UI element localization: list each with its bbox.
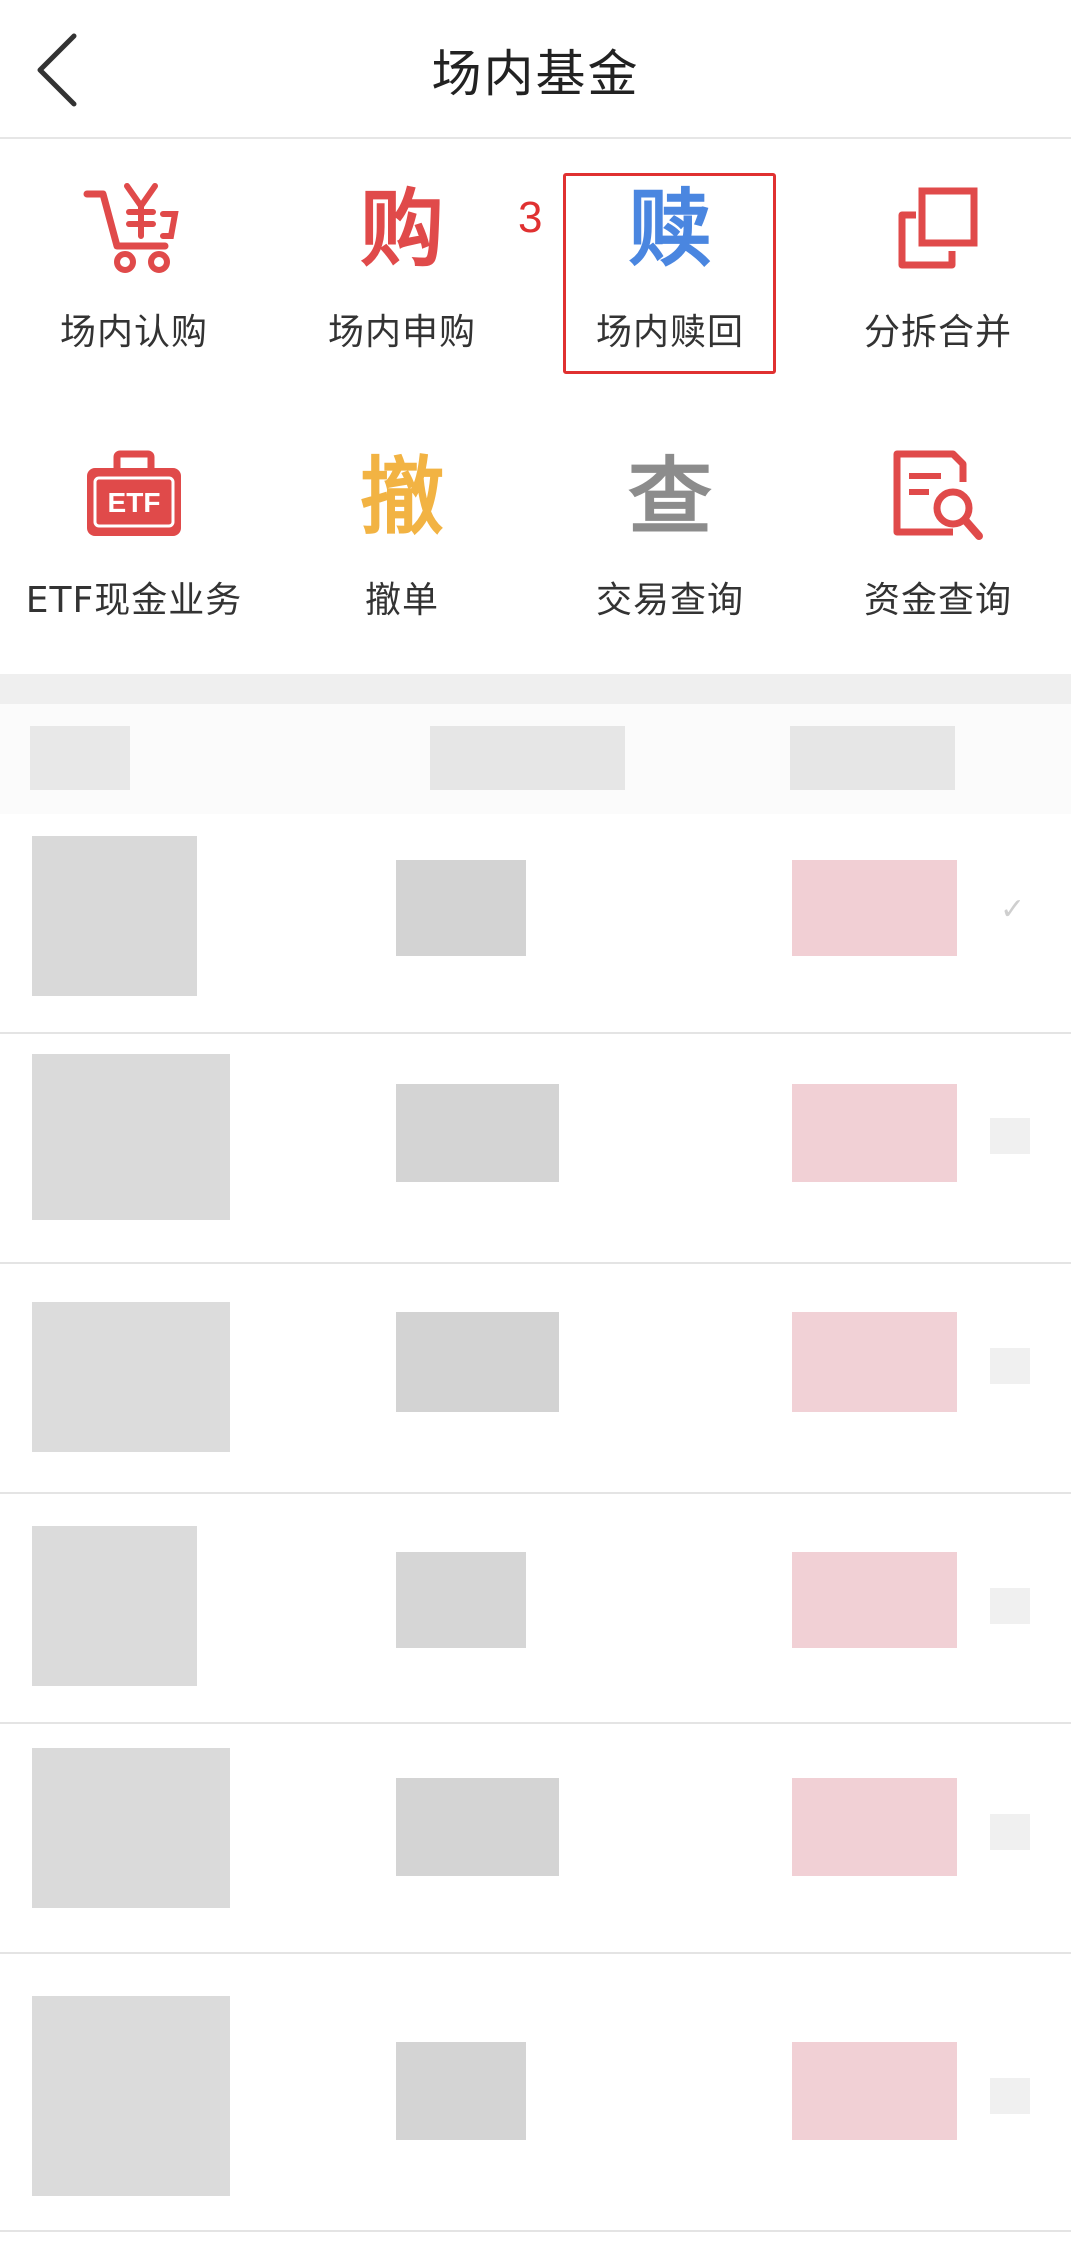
list-row[interactable]: ✓ [0,816,1071,1034]
page-title: 场内基金 [431,45,640,103]
menu-trade-query[interactable]: 查 交易查询 [536,407,804,627]
menu-cancel-order-label: 撤单 [364,580,439,621]
menu-subscribe-label: 场内认购 [59,312,208,353]
menu-fund-query-label: 资金查询 [863,580,1012,621]
query-glyph-icon: 查 [627,448,712,546]
document-search-icon [878,437,998,557]
list-row[interactable] [0,1032,1071,1264]
cancel-glyph-icon: 撤 [359,448,444,546]
highlight-box [563,173,776,374]
step-marker: 3 [518,193,543,242]
list-row[interactable] [0,1492,1071,1724]
menu-purchase-label: 场内申购 [327,312,476,353]
section-divider [0,674,1071,704]
menu-split-merge[interactable]: 分拆合并 [804,139,1071,359]
split-merge-icon [878,169,998,289]
cart-yen-icon [74,169,194,289]
menu-fund-query[interactable]: 资金查询 [804,407,1071,627]
menu-purchase[interactable]: 购 场内申购 [268,139,536,359]
check-icon: ✓ [1000,892,1026,927]
menu-etf-cash-label: ETF现金业务 [25,580,243,621]
holdings-list: ✓ [0,704,1071,2267]
svg-text:ETF: ETF [108,487,161,518]
menu-etf-cash[interactable]: ETF ETF现金业务 [0,407,268,627]
list-header [0,704,1071,814]
list-row[interactable] [0,1722,1071,1954]
menu-trade-query-label: 交易查询 [595,580,744,621]
menu-split-merge-label: 分拆合并 [863,312,1012,353]
etf-case-icon: ETF [74,437,194,557]
list-row[interactable] [0,1952,1071,2232]
top-bar: 场内基金 [0,0,1071,139]
menu-cancel-order[interactable]: 撤 撤单 [268,407,536,627]
list-row[interactable] [0,1262,1071,1494]
purchase-glyph-icon: 购 [359,180,444,278]
menu-subscribe[interactable]: 场内认购 [0,139,268,359]
